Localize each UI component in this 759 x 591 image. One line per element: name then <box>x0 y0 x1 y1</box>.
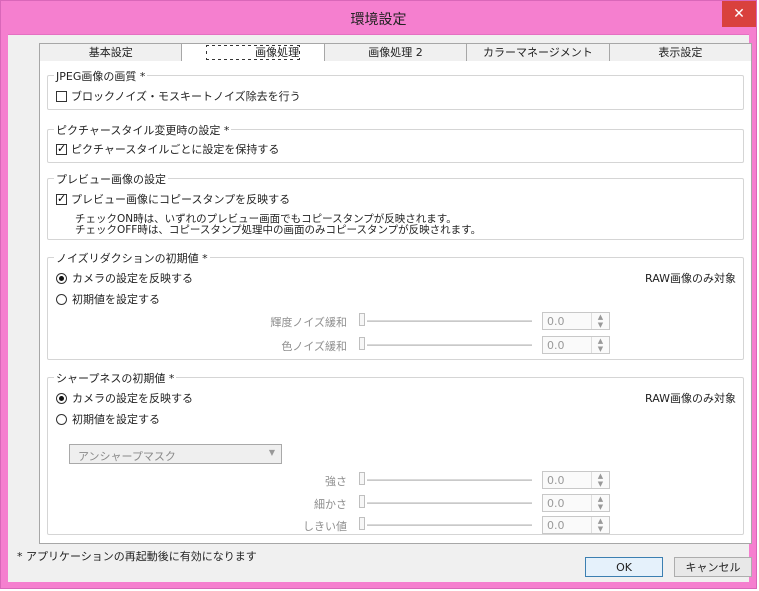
jpeg-quality-group: JPEG画像の画質 * ブロックノイズ・モスキートノイズ除去を行う <box>47 68 744 110</box>
strength-spinbox[interactable]: 0.0 ▲ ▼ <box>542 471 610 489</box>
group-legend: ノイズリダクションの初期値 * <box>54 250 210 266</box>
fineness-slider-track[interactable] <box>367 502 532 504</box>
jpeg-noise-removal-checkbox[interactable] <box>56 90 67 102</box>
close-button[interactable]: ✕ <box>722 1 756 27</box>
spin-arrows-icon[interactable]: ▲ ▼ <box>591 472 609 488</box>
luminance-noise-slider-track[interactable] <box>367 320 532 322</box>
title-bar[interactable]: 環境設定 ✕ <box>1 1 756 35</box>
spinbox-value: 0.0 <box>547 519 565 532</box>
color-noise-label: 色ノイズ緩和 <box>281 340 347 353</box>
ok-button[interactable]: OK <box>585 557 663 577</box>
fineness-spinbox[interactable]: 0.0 ▲ ▼ <box>542 494 610 512</box>
sharpness-initial-value-option[interactable]: 初期値を設定する <box>56 411 160 427</box>
fineness-slider-thumb[interactable] <box>359 495 365 508</box>
spinbox-value: 0.0 <box>547 474 565 487</box>
threshold-label: しきい値 <box>303 520 347 533</box>
color-noise-spinbox[interactable]: 0.0 ▲ ▼ <box>542 336 610 354</box>
luminance-noise-spinbox[interactable]: 0.0 ▲ ▼ <box>542 312 610 330</box>
tab-color-management[interactable]: カラーマネージメント <box>467 43 610 63</box>
group-legend: プレビュー画像の設定 <box>54 171 168 187</box>
group-legend: シャープネスの初期値 * <box>54 370 177 386</box>
keep-per-style-checkbox[interactable] <box>56 142 67 155</box>
jpeg-noise-removal-option[interactable]: ブロックノイズ・モスキートノイズ除去を行う <box>56 88 301 104</box>
threshold-slider-thumb[interactable] <box>359 517 365 530</box>
window-frame-bottom <box>1 582 756 588</box>
strength-slider-thumb[interactable] <box>359 472 365 485</box>
spin-arrows-icon[interactable]: ▲ ▼ <box>591 313 609 329</box>
cancel-button[interactable]: キャンセル <box>674 557 752 577</box>
restart-note: * アプリケーションの再起動後に有効になります <box>17 550 257 563</box>
radio-label: カメラの設定を反映する <box>72 392 193 405</box>
apply-copy-stamp-option[interactable]: プレビュー画像にコピースタンプを反映する <box>56 191 290 207</box>
strength-slider-track[interactable] <box>367 479 532 481</box>
noise-camera-settings-option[interactable]: カメラの設定を反映する <box>56 270 193 286</box>
spinbox-value: 0.0 <box>547 339 565 352</box>
spin-arrows-icon[interactable]: ▲ ▼ <box>591 517 609 533</box>
settings-window: 環境設定 ✕ 基本設定 画像処理 1 画像処理 2 カラーマネージメント 表示設… <box>0 0 757 589</box>
spin-arrows-icon[interactable]: ▲ ▼ <box>591 495 609 511</box>
sharpness-initial-value-radio[interactable] <box>56 413 67 425</box>
sharpness-camera-settings-radio[interactable] <box>56 392 67 404</box>
threshold-spinbox[interactable]: 0.0 ▲ ▼ <box>542 516 610 534</box>
close-icon: ✕ <box>733 6 745 22</box>
tab-bar: 基本設定 画像処理 1 画像処理 2 カラーマネージメント 表示設定 <box>39 43 753 78</box>
checkbox-label: ブロックノイズ・モスキートノイズ除去を行う <box>71 90 301 103</box>
noise-reduction-group: ノイズリダクションの初期値 * カメラの設定を反映する RAW画像のみ対象 初期… <box>47 250 744 360</box>
fineness-label: 細かさ <box>314 498 347 511</box>
sharpness-camera-settings-option[interactable]: カメラの設定を反映する <box>56 390 193 406</box>
noise-initial-value-radio[interactable] <box>56 293 67 305</box>
apply-copy-stamp-checkbox[interactable] <box>56 192 67 205</box>
sharpness-group: シャープネスの初期値 * カメラの設定を反映する RAW画像のみ対象 初期値を設… <box>47 370 744 535</box>
radio-label: 初期値を設定する <box>72 413 160 426</box>
checkbox-label: ピクチャースタイルごとに設定を保持する <box>71 143 280 156</box>
spinbox-value: 0.0 <box>547 497 565 510</box>
strength-label: 強さ <box>325 475 347 488</box>
select-value: アンシャープマスク <box>78 450 176 463</box>
color-noise-slider-track[interactable] <box>367 344 532 346</box>
checkbox-label: プレビュー画像にコピースタンプを反映する <box>71 193 291 206</box>
raw-only-label: RAW画像のみ対象 <box>645 272 736 285</box>
sharpness-type-select[interactable]: アンシャープマスク ▼ <box>69 444 282 464</box>
color-noise-slider-thumb[interactable] <box>359 337 365 350</box>
radio-label: 初期値を設定する <box>72 293 160 306</box>
luminance-noise-slider-thumb[interactable] <box>359 313 365 326</box>
tab-image-processing-1[interactable]: 画像処理 1 <box>182 43 325 78</box>
radio-label: カメラの設定を反映する <box>72 272 193 285</box>
noise-initial-value-option[interactable]: 初期値を設定する <box>56 291 160 307</box>
group-legend: ピクチャースタイル変更時の設定 * <box>54 122 232 138</box>
preview-group: プレビュー画像の設定 プレビュー画像にコピースタンプを反映する チェックON時は… <box>47 171 744 240</box>
picture-style-group: ピクチャースタイル変更時の設定 * ピクチャースタイルごとに設定を保持する <box>47 122 744 163</box>
chevron-down-icon: ▼ <box>268 448 275 457</box>
luminance-noise-label: 輝度ノイズ緩和 <box>270 316 347 329</box>
window-title: 環境設定 <box>350 12 407 28</box>
spin-arrows-icon[interactable]: ▲ ▼ <box>591 337 609 353</box>
keep-per-style-option[interactable]: ピクチャースタイルごとに設定を保持する <box>56 141 279 157</box>
window-frame-left <box>1 34 8 588</box>
tab-panel: JPEG画像の画質 * ブロックノイズ・モスキートノイズ除去を行う ピクチャース… <box>39 61 752 544</box>
tab-display-settings[interactable]: 表示設定 <box>609 43 753 63</box>
raw-only-label: RAW画像のみ対象 <box>645 392 736 405</box>
noise-camera-settings-radio[interactable] <box>56 272 67 284</box>
group-legend: JPEG画像の画質 * <box>54 68 148 84</box>
threshold-slider-track[interactable] <box>367 524 532 526</box>
spinbox-value: 0.0 <box>547 315 565 328</box>
preview-note-line-2: チェックOFF時は、コピースタンプ処理中の画面のみコピースタンプが反映されます。 <box>75 224 482 236</box>
tab-image-processing-2[interactable]: 画像処理 2 <box>324 43 468 63</box>
tab-basic-settings[interactable]: 基本設定 <box>39 43 183 63</box>
